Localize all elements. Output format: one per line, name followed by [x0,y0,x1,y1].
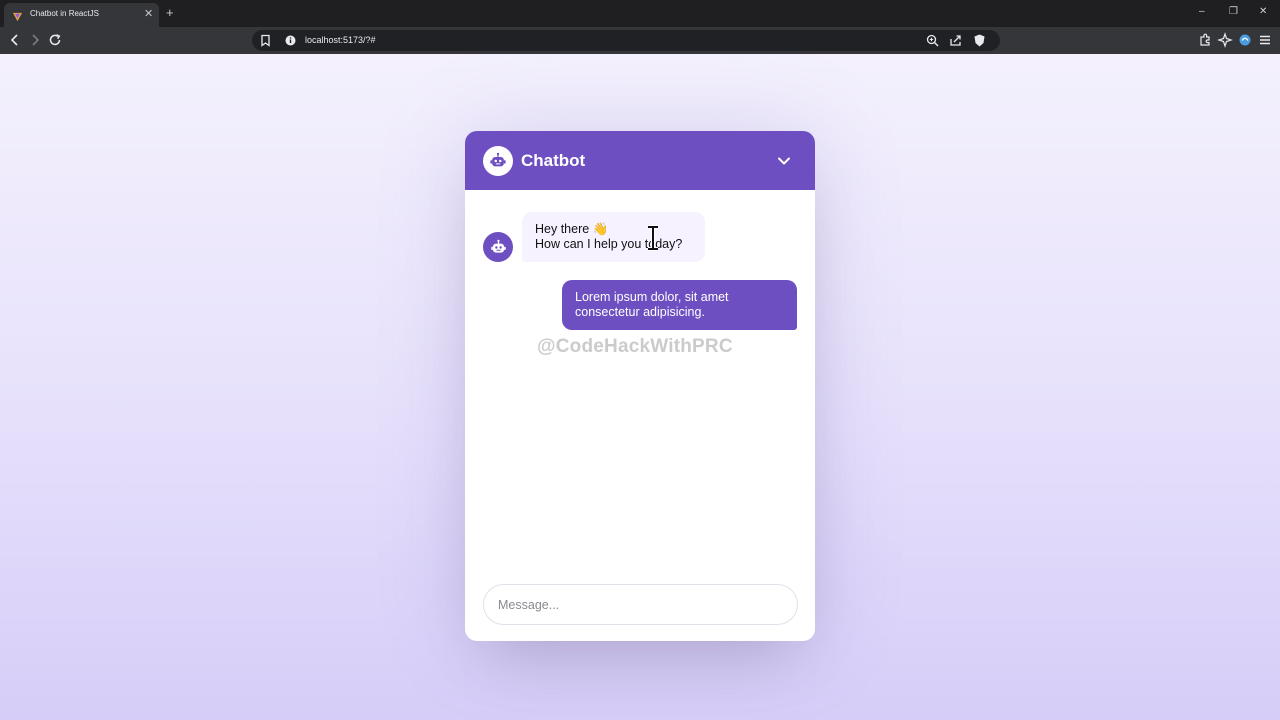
url-text[interactable]: localhost:5173/?# [305,35,376,45]
message-composer [483,584,798,625]
chatbot-title: Chatbot [521,150,586,170]
menu-icon[interactable] [1257,32,1273,48]
close-window-button[interactable]: ✕ [1259,5,1267,19]
react-favicon-icon [12,9,23,22]
brave-shield-icon[interactable] [972,33,987,48]
forward-icon[interactable] [27,32,43,48]
page-viewport: Chatbot Hey there 👋 How can I help you t… [0,54,1280,720]
restore-button[interactable]: ❐ [1229,5,1238,19]
browser-tab-strip: Chatbot in ReactJS ✕ + – ❐ ✕ [0,0,1280,27]
vpn-icon[interactable] [1237,32,1253,48]
new-tab-button[interactable]: + [166,5,174,20]
chatbot-popup: Chatbot Hey there 👋 How can I help you t… [465,131,815,641]
bot-message: Hey there 👋 How can I help you today? [522,212,705,262]
bot-message-line: How can I help you today? [535,237,683,251]
bot-avatar-icon [483,232,513,262]
tab-title: Chatbot in ReactJS [30,9,99,18]
user-message: Lorem ipsum dolor, sit amet consectetur … [562,280,797,330]
chevron-down-icon[interactable] [771,148,797,174]
extensions-icon[interactable] [1197,32,1213,48]
zoom-icon[interactable] [925,33,940,48]
browser-toolbar: localhost:5173/?# [0,27,1280,54]
site-info-icon[interactable] [283,33,298,48]
back-icon[interactable] [7,32,23,48]
watermark: @CodeHackWithPRC [537,336,733,357]
reload-icon[interactable] [47,32,63,48]
minimize-button[interactable]: – [1199,5,1205,19]
chatbot-header: Chatbot [465,131,815,190]
tab-close-icon[interactable]: ✕ [144,7,153,21]
share-icon[interactable] [948,33,963,48]
message-input[interactable] [498,595,783,615]
browser-tab[interactable]: Chatbot in ReactJS ✕ [4,3,159,27]
text-cursor-icon [645,225,661,251]
bot-message-line: Hey there 👋 [535,222,609,236]
leo-ai-icon[interactable] [1217,32,1233,48]
bookmark-icon[interactable] [258,33,273,48]
address-bar[interactable]: localhost:5173/?# [252,30,1000,51]
chatbot-logo-icon [483,145,513,176]
